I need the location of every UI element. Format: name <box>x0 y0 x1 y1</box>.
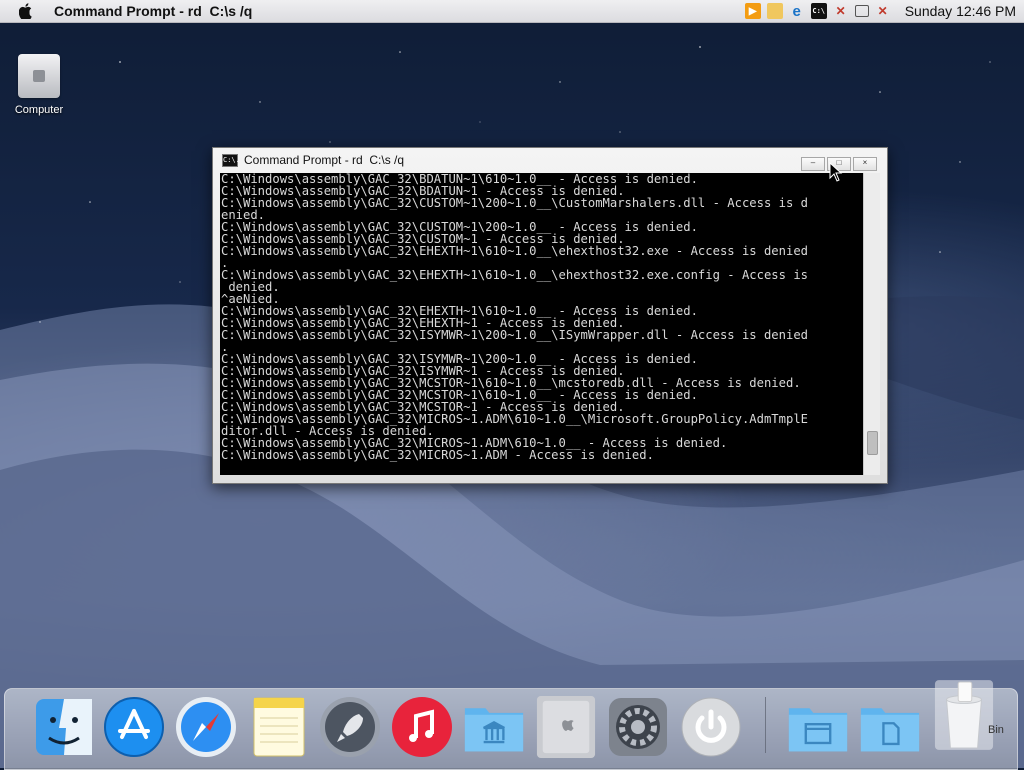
computer-icon[interactable] <box>535 695 597 759</box>
itunes-icon[interactable] <box>391 695 453 759</box>
recycle-bin-icon[interactable] <box>933 675 995 755</box>
system-preferences-icon[interactable] <box>607 695 669 759</box>
launchpad-icon[interactable] <box>319 695 381 759</box>
close-button[interactable]: × <box>853 157 877 171</box>
power-icon[interactable] <box>680 695 742 759</box>
scrollbar-thumb[interactable] <box>867 431 878 455</box>
finder-icon[interactable] <box>33 695 95 759</box>
vertical-scrollbar[interactable] <box>863 173 880 475</box>
network-icon[interactable]: ✕ <box>833 3 849 19</box>
documents-folder-icon[interactable] <box>787 695 849 759</box>
menu-extras: ▶ e C:\ ✕ ✕ Sunday 12:46 PM <box>744 0 1016 22</box>
app-store-icon[interactable] <box>103 695 165 759</box>
volume-muted-icon[interactable]: ✕ <box>875 3 891 19</box>
command-prompt-window[interactable]: C:\. Command Prompt - rd C:\s /q – □ × C… <box>212 147 888 484</box>
window-title: Command Prompt - rd C:\s /q <box>244 153 405 167</box>
bin-label: Bin <box>988 724 1004 736</box>
console-line: C:\Windows\assembly\GAC_32\CUSTOM~1\200~… <box>221 196 808 210</box>
mouse-pointer-icon <box>829 162 843 182</box>
console-line: C:\Windows\assembly\GAC_32\EHEXTH~1\610~… <box>221 268 808 282</box>
console-line: C:\Windows\assembly\GAC_32\ISYMWR~1\200~… <box>221 328 808 342</box>
minimize-button[interactable]: – <box>801 157 825 171</box>
folder-icon[interactable] <box>766 3 783 19</box>
applications-folder-icon[interactable] <box>463 695 525 759</box>
media-player-icon[interactable]: ▶ <box>744 3 761 19</box>
console-text: C:\Windows\assembly\GAC_32\BDATUN~1\610~… <box>220 173 863 461</box>
menu-bar: Command Prompt - rd C:\s /q ▶ e C:\ ✕ ✕ … <box>0 0 1024 23</box>
safari-icon[interactable] <box>175 695 237 759</box>
menubar-clock[interactable]: Sunday 12:46 PM <box>905 3 1016 19</box>
display-icon[interactable] <box>854 5 869 17</box>
downloads-folder-icon[interactable] <box>859 695 921 759</box>
apple-menu-icon[interactable] <box>18 3 34 19</box>
console-line: C:\Windows\assembly\GAC_32\EHEXTH~1\610~… <box>221 244 808 258</box>
console-line: denied. <box>221 280 280 294</box>
internet-explorer-icon[interactable]: e <box>789 3 805 20</box>
cmd-icon[interactable]: C:\ <box>810 3 827 19</box>
desktop-computer-icon[interactable]: Computer <box>10 54 68 116</box>
notes-icon[interactable] <box>248 695 310 759</box>
computer-icon <box>18 54 60 98</box>
dock-separator <box>765 697 766 753</box>
console-line: C:\Windows\assembly\GAC_32\MICROS~1.ADM … <box>221 448 654 462</box>
window-titlebar[interactable]: C:\. Command Prompt - rd C:\s /q – □ × <box>213 148 887 172</box>
dock <box>4 680 1018 770</box>
cmd-window-icon[interactable]: C:\. <box>222 153 240 167</box>
active-app-title[interactable]: Command Prompt - rd C:\s /q <box>54 3 252 19</box>
console-output[interactable]: C:\Windows\assembly\GAC_32\BDATUN~1\610~… <box>220 173 863 475</box>
desktop-icon-label: Computer <box>14 104 64 116</box>
